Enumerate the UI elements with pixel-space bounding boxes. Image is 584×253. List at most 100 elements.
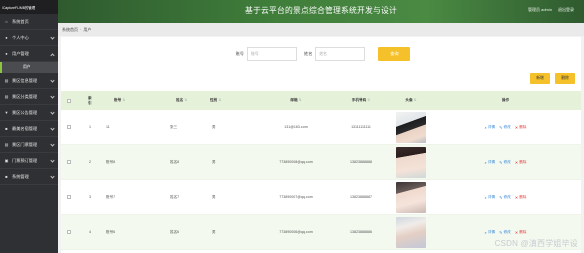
close-icon: ✕ xyxy=(514,159,519,165)
sidebar-item-scenic-category[interactable]: ▤ 景区分类管理 xyxy=(0,89,58,105)
sidebar-item-label: 个人中心 xyxy=(12,34,29,40)
chevron-down-icon xyxy=(50,126,55,131)
search-bar: 账号 账号 姓名 姓名 查询 xyxy=(61,45,581,63)
cell-phone: 13823888887 xyxy=(350,195,372,199)
close-icon: ✕ xyxy=(514,124,519,130)
booking-icon: ▣ xyxy=(4,158,9,163)
delete-button[interactable]: ✕ 删除 xyxy=(515,230,527,235)
app-brand: \CaptureFL\MB的管理 xyxy=(0,0,58,14)
breadcrumb-separator: · xyxy=(80,27,82,32)
logout-link[interactable]: 退出登录 xyxy=(558,7,574,13)
cell-index: 1 xyxy=(89,125,91,129)
users-icon: ● xyxy=(5,51,8,56)
search-icon: ⌕ xyxy=(484,229,487,235)
chevron-down-icon xyxy=(50,110,55,115)
sidebar-item-label: 系统首页 xyxy=(12,18,29,24)
sidebar-item-label: 景区信息管理 xyxy=(12,77,38,83)
header-avatar[interactable]: 头像 ⇅ xyxy=(392,98,430,103)
edit-icon: ✎ xyxy=(499,124,503,130)
table-row: 2 账号8 姓名8 男 773890008@qq.com 13823888888… xyxy=(61,145,581,180)
home-icon: ⌂ xyxy=(5,19,8,24)
table-row: 3 账号7 姓名7 男 773890007@qq.com 13823888887… xyxy=(61,180,581,215)
breadcrumb-current: 用户 xyxy=(83,26,92,32)
sidebar-item-label: 门票预订管理 xyxy=(12,157,38,163)
cell-email: 773890007@qq.com xyxy=(279,195,313,199)
table-actions: 新增 删除 xyxy=(530,73,575,84)
header-phone[interactable]: 手机号码⇅ xyxy=(330,98,392,103)
info-icon: ▤ xyxy=(4,78,9,83)
sidebar-item-users[interactable]: ● 用户管理 xyxy=(0,46,58,62)
row-ops: ⌕ 详情 ✎ 修改 ✕ 删除 xyxy=(430,160,581,165)
edit-button[interactable]: ✎ 修改 xyxy=(499,195,511,200)
cell-email: 773890008@qq.com xyxy=(279,160,313,164)
close-icon: ✕ xyxy=(514,194,519,200)
row-checkbox[interactable] xyxy=(66,195,71,199)
cell-phone: 13823888888 xyxy=(350,160,372,164)
cell-account: 账号7 xyxy=(106,194,116,199)
name-label: 姓名 xyxy=(304,51,313,56)
detail-button[interactable]: ⌕ 详情 xyxy=(485,125,496,130)
sidebar-item-homestay[interactable]: ■ 最美名宿管理 xyxy=(0,121,58,137)
row-checkbox[interactable] xyxy=(66,160,71,164)
row-ops: ⌕ 详情 ✎ 修改 ✕ 删除 xyxy=(430,195,581,200)
detail-button[interactable]: ⌕ 详情 xyxy=(485,195,496,200)
page-title: 基于云平台的景点综合管理系统开发与设计 xyxy=(245,6,397,15)
edit-button[interactable]: ✎ 修改 xyxy=(499,125,511,130)
sidebar-item-label: 最美名宿管理 xyxy=(12,125,38,131)
header-ops: 操作 xyxy=(501,98,510,102)
cell-gender: 男 xyxy=(212,124,216,129)
name-search-input[interactable]: 姓名 xyxy=(315,47,366,61)
sidebar-item-booking[interactable]: ▣ 门票预订管理 xyxy=(0,153,58,169)
cell-email: 131@163.com xyxy=(284,125,308,129)
delete-button[interactable]: ✕ 删除 xyxy=(515,125,527,130)
sidebar-item-home[interactable]: ⌂ 系统首页 xyxy=(0,14,58,30)
add-button[interactable]: 新增 xyxy=(530,73,550,84)
watermark: CSDN @滇西学姐毕设 xyxy=(494,239,578,248)
sort-icon: ⇅ xyxy=(184,98,188,102)
chevron-down-icon xyxy=(50,35,55,40)
cell-name: 张三 xyxy=(170,124,178,129)
sidebar-item-label: 用户管理 xyxy=(12,50,29,56)
chevron-down-icon xyxy=(50,94,55,99)
breadcrumb-home[interactable]: 系统首页 xyxy=(62,27,78,33)
cell-name: 姓名8 xyxy=(170,159,180,164)
search-icon: ⌕ xyxy=(484,124,487,130)
cell-account: 账号6 xyxy=(106,229,116,234)
header-email[interactable]: 邮箱⇅ xyxy=(262,98,330,103)
cell-index: 4 xyxy=(89,230,91,234)
edit-icon: ✎ xyxy=(499,229,503,235)
sidebar-subitem-user[interactable]: 用户 xyxy=(0,62,58,73)
search-button[interactable]: 查询 xyxy=(378,47,411,61)
cell-phone: 13823888886 xyxy=(350,230,372,234)
hotel-icon: ■ xyxy=(5,126,8,131)
sidebar-item-scenic-notice[interactable]: ▼ 景区公告管理 xyxy=(0,105,58,121)
avatar xyxy=(396,216,426,248)
batch-delete-button[interactable]: 删除 xyxy=(555,73,575,84)
sidebar-item-system[interactable]: ■ 系统管理 xyxy=(0,169,58,185)
sidebar-item-profile[interactable]: ● 个人中心 xyxy=(0,30,58,46)
sidebar-item-scenic-info[interactable]: ▤ 景区信息管理 xyxy=(0,73,58,89)
account-label: 账号 xyxy=(235,51,244,56)
select-all-checkbox[interactable] xyxy=(66,98,71,103)
detail-button[interactable]: ⌕ 详情 xyxy=(485,230,496,235)
row-ops: ⌕ 详情 ✎ 修改 ✕ 删除 xyxy=(430,125,581,130)
detail-button[interactable]: ⌕ 详情 xyxy=(485,160,496,165)
edit-button[interactable]: ✎ 修改 xyxy=(499,160,511,165)
row-ops: ⌕ 详情 ✎ 修改 ✕ 删除 xyxy=(430,230,581,235)
header-account[interactable]: 账号⇅ xyxy=(90,98,150,103)
cell-index: 2 xyxy=(89,160,91,164)
edit-button[interactable]: ✎ 修改 xyxy=(499,230,511,235)
settings-icon: ■ xyxy=(5,174,8,179)
account-search-input[interactable]: 账号 xyxy=(247,47,297,61)
header-name[interactable]: 姓名⇅ xyxy=(150,98,208,103)
row-checkbox[interactable] xyxy=(66,230,71,234)
sort-icon: ⇅ xyxy=(218,98,222,102)
users-table: 索引 账号⇅ 姓名⇅ 性别⇅ 邮箱⇅ 手机号码⇅ 头像 ⇅ 操作 1 11 张三 … xyxy=(61,91,581,250)
delete-button[interactable]: ✕ 删除 xyxy=(515,160,527,165)
header-gender[interactable]: 性别⇅ xyxy=(208,98,262,103)
row-checkbox[interactable] xyxy=(66,125,71,129)
delete-button[interactable]: ✕ 删除 xyxy=(515,195,527,200)
edit-icon: ✎ xyxy=(499,159,503,165)
cell-name: 姓名6 xyxy=(170,229,180,234)
sidebar-item-tickets[interactable]: ▤ 景区门票管理 xyxy=(0,137,58,153)
